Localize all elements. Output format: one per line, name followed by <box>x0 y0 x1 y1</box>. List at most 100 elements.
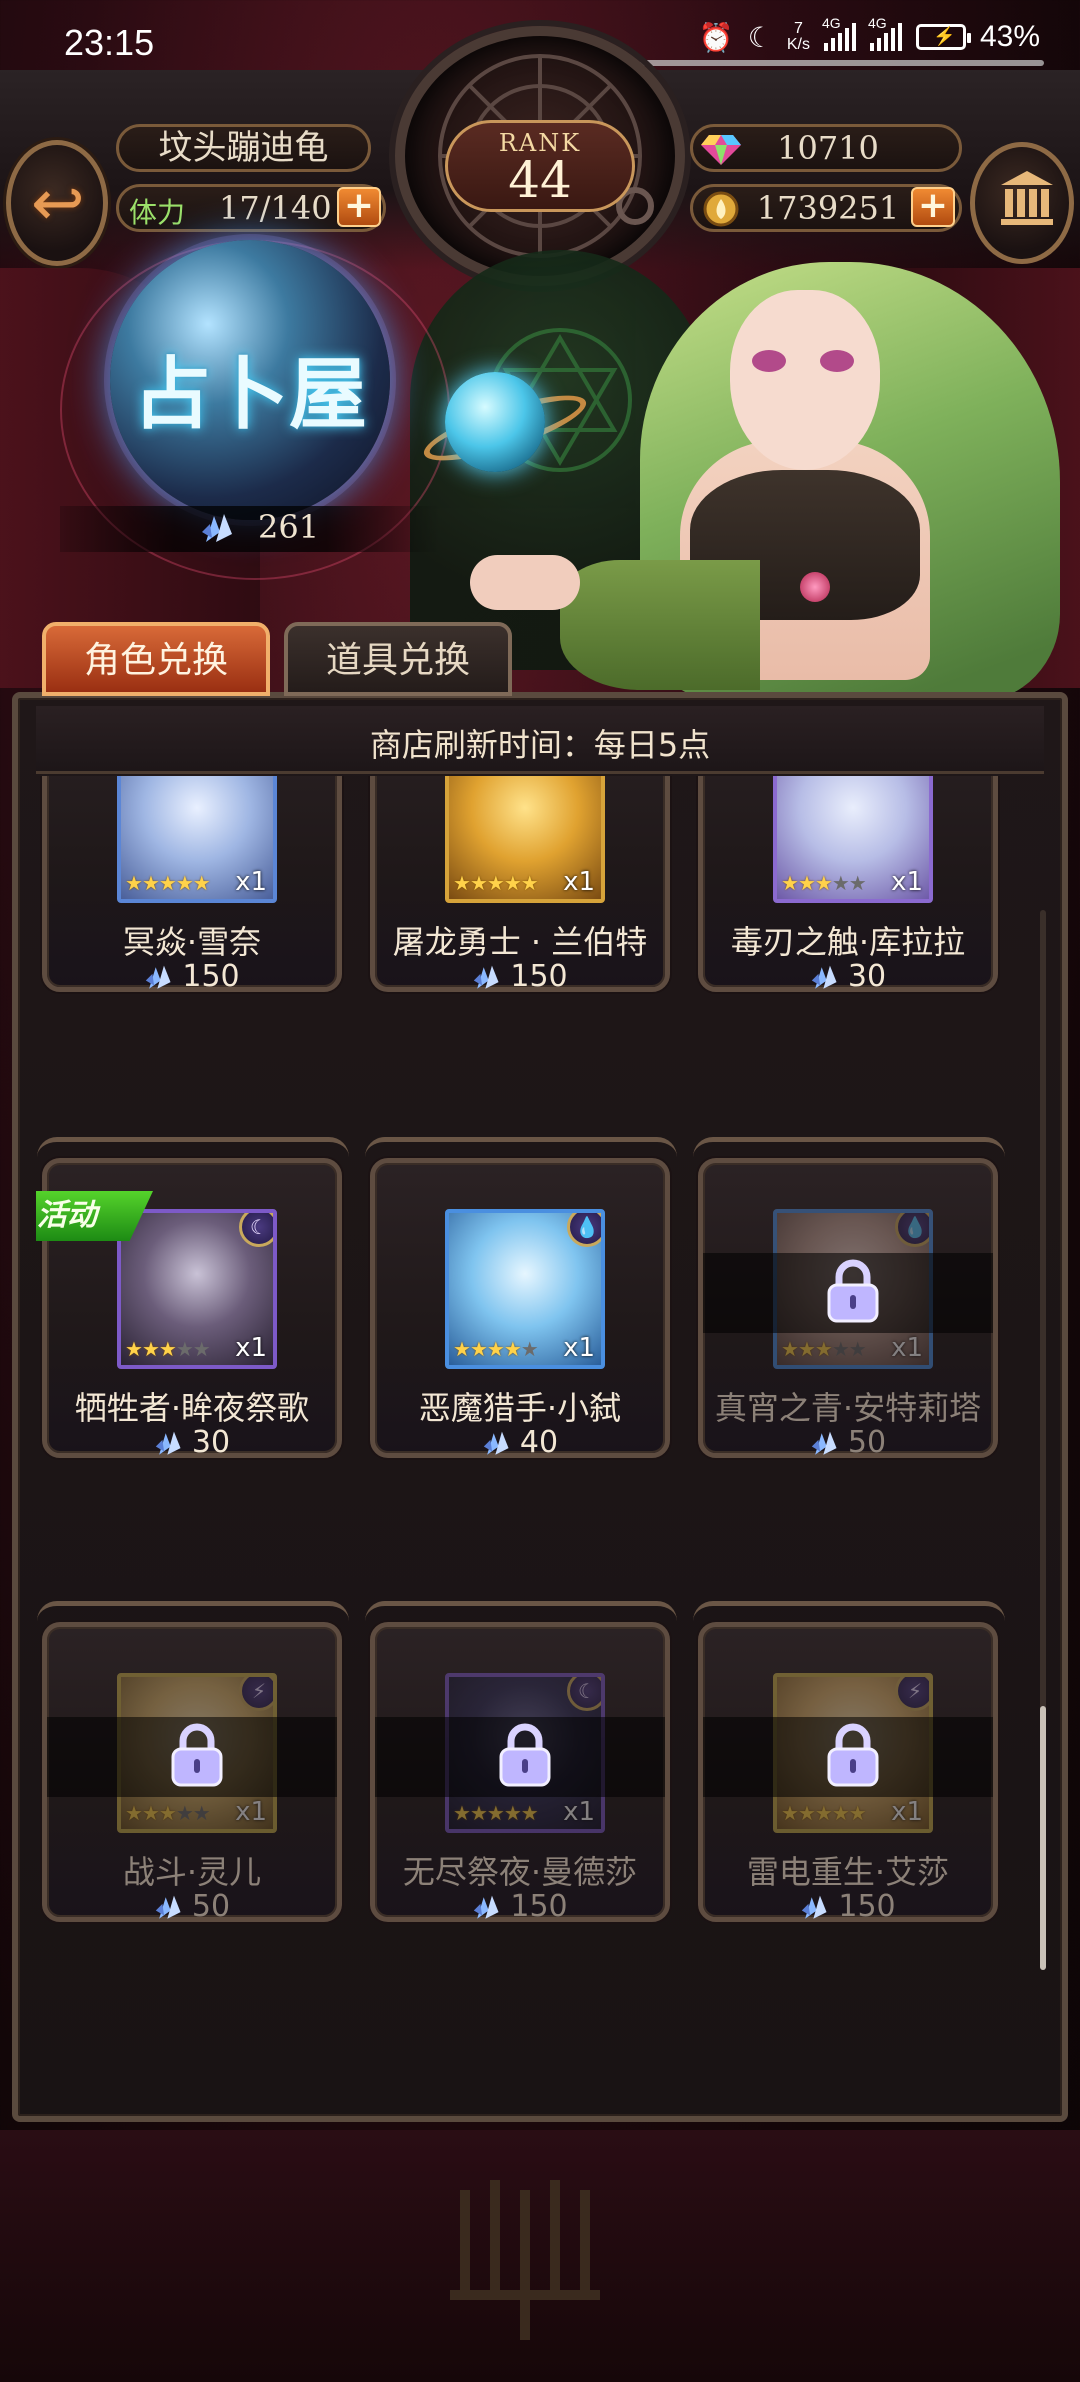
tab-character-exchange[interactable]: 角色兑换 <box>42 622 270 696</box>
add-gold-button[interactable]: + <box>911 187 955 227</box>
gem-bar: 10710 <box>690 124 962 172</box>
crystal-shard-icon <box>802 1895 827 1919</box>
item-price-value: 150 <box>510 1889 568 1924</box>
character-portrait: ★★★★★ x1 ☾ <box>117 1209 277 1369</box>
status-icons: ⏰ ☾ 7 K/s 4G 4G ⚡ 43% <box>698 15 1040 54</box>
add-stamina-button[interactable]: + <box>337 187 381 227</box>
star-icon: ★ <box>192 1801 211 1825</box>
star-icon: ★ <box>486 1337 505 1361</box>
item-name: 毒刃之触·库拉拉 <box>730 923 966 961</box>
star-rating: ★★★★★ <box>125 1801 211 1825</box>
item-card[interactable]: ★★★★★ x1 冥焱·雪奈 150 <box>42 776 342 994</box>
item-price-value: 30 <box>847 959 887 994</box>
item-name: 真宵之青·安特莉塔 <box>714 1389 982 1427</box>
star-icon: ★ <box>141 1801 160 1825</box>
scrollbar-thumb[interactable] <box>1040 1706 1046 1970</box>
museum-icon <box>1001 171 1053 225</box>
lock-icon <box>827 1259 879 1323</box>
star-icon: ★ <box>158 871 177 895</box>
star-icon: ★ <box>781 1337 799 1361</box>
rank-value: 44 <box>508 151 572 209</box>
status-time: 23:15 <box>64 22 155 63</box>
item-card[interactable]: ★★★★★ x1 ☾ 无尽祭夜·曼德莎 150 <box>365 1601 677 1924</box>
item-price-value: 150 <box>510 959 568 994</box>
item-quantity: x1 <box>235 1797 267 1827</box>
star-icon: ★ <box>848 1337 867 1361</box>
player-name: 坟头蹦迪龟 <box>116 124 371 172</box>
star-icon: ★ <box>125 1337 143 1361</box>
star-icon: ★ <box>503 1337 522 1361</box>
item-name: 雷电重生·艾莎 <box>746 1853 950 1891</box>
star-icon: ★ <box>469 1337 488 1361</box>
item-price-value: 50 <box>847 1425 887 1460</box>
gem-count: 10710 <box>777 129 879 167</box>
star-icon: ★ <box>453 1337 471 1361</box>
character-portrait: ★★★★★ x1 <box>773 776 933 903</box>
item-card[interactable]: ★★★★★ x1 ☾ 牺牲者·眸夜祭歌 30 活动 <box>36 1137 349 1460</box>
star-icon: ★ <box>175 1801 194 1825</box>
item-quantity: x1 <box>235 1333 267 1363</box>
item-quantity: x1 <box>563 1797 595 1827</box>
item-name: 战斗·灵儿 <box>122 1853 262 1891</box>
alarm-icon: ⏰ <box>698 21 734 53</box>
star-icon: ★ <box>520 1801 539 1825</box>
item-price: 30 <box>47 1425 337 1460</box>
item-price: 150 <box>375 959 665 994</box>
crystal-shard-icon <box>155 1431 181 1455</box>
shard-balance: 261 <box>258 508 320 546</box>
element-badge-icon: ☾ <box>239 1213 273 1247</box>
star-icon: ★ <box>469 1801 488 1825</box>
star-icon: ★ <box>503 1801 522 1825</box>
item-card[interactable]: ★★★★★ x1 ⚡ 战斗·灵儿 50 <box>37 1601 349 1924</box>
star-icon: ★ <box>831 1337 850 1361</box>
back-button[interactable]: ↩ <box>6 140 108 266</box>
star-rating: ★★★★★ <box>781 1337 867 1361</box>
star-icon: ★ <box>469 871 488 895</box>
card-ornament <box>693 1601 1005 1641</box>
item-price-value: 150 <box>182 959 240 994</box>
tab-item-exchange[interactable]: 道具兑换 <box>284 622 512 696</box>
item-card[interactable]: ★★★★★ x1 屠龙勇士 · 兰伯特 150 <box>370 776 670 994</box>
star-rating: ★★★★★ <box>781 871 867 895</box>
item-price: 150 <box>703 1889 993 1924</box>
star-icon: ★ <box>848 1801 867 1825</box>
shop-title: 占卜屋 <box>132 349 367 440</box>
signal-icon-1: 4G <box>822 15 856 51</box>
star-icon: ★ <box>125 1801 143 1825</box>
crystal-shard-icon <box>811 1431 837 1455</box>
card-ornament <box>365 1137 677 1177</box>
museum-button[interactable] <box>970 142 1074 264</box>
star-icon: ★ <box>192 1337 211 1361</box>
star-icon: ★ <box>158 1801 177 1825</box>
star-icon: ★ <box>831 1801 850 1825</box>
lock-icon-wrapper <box>169 1723 225 1791</box>
star-icon: ★ <box>814 1337 833 1361</box>
refresh-notice: 商店刷新时间：每日5点 <box>369 726 711 764</box>
crystal-shard-icon <box>146 965 171 989</box>
star-rating: ★★★★★ <box>781 1801 867 1825</box>
star-icon: ★ <box>797 871 816 895</box>
stamina-value: 17/140 <box>219 189 332 227</box>
item-card[interactable]: ★★★★★ x1 毒刃之触·库拉拉 30 <box>698 776 998 994</box>
item-card[interactable]: ★★★★★ x1 💧 真宵之青·安特莉塔 50 <box>693 1137 1005 1460</box>
star-rating: ★★★★★ <box>125 871 211 895</box>
item-price: 150 <box>47 959 337 994</box>
star-icon: ★ <box>831 871 850 895</box>
item-quantity: x1 <box>891 867 923 897</box>
item-price-value: 150 <box>838 1889 896 1924</box>
item-price: 50 <box>47 1889 337 1924</box>
star-icon: ★ <box>486 871 505 895</box>
crystal-shard-icon <box>474 1895 499 1919</box>
item-card[interactable]: ★★★★★ x1 💧 恶魔猎手·小弑 40 <box>365 1137 677 1460</box>
star-icon: ★ <box>814 871 833 895</box>
star-icon: ★ <box>192 871 211 895</box>
card-ornament <box>365 1601 677 1641</box>
star-icon: ★ <box>814 1801 833 1825</box>
stamina-bar: 体力 17/140 + <box>116 184 386 232</box>
card-ornament <box>37 1137 349 1177</box>
fortune-teller-cloak <box>560 560 760 690</box>
network-speed: 7 K/s <box>786 20 810 53</box>
item-grid[interactable]: ★★★★★ x1 冥焱·雪奈 150 ★★★★★ x1 屠龙勇士 · 兰伯特 150 ★★★★★… <box>36 776 1044 2026</box>
item-card[interactable]: ★★★★★ x1 ⚡ 雷电重生·艾莎 150 <box>693 1601 1005 1924</box>
fortune-teller-eye-right <box>820 350 854 372</box>
